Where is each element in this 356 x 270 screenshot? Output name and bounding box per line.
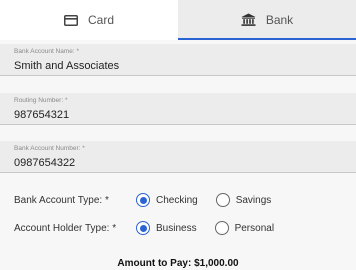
payment-method-tabs: Card Bank bbox=[0, 0, 356, 40]
routing-number-input[interactable] bbox=[14, 108, 334, 122]
radio-personal-indicator[interactable] bbox=[214, 221, 229, 235]
account-number-label: Bank Account Number: * bbox=[14, 145, 85, 152]
tab-card[interactable]: Card bbox=[0, 0, 178, 40]
radio-savings[interactable]: Savings bbox=[215, 193, 272, 207]
routing-number-field[interactable]: Routing Number: * bbox=[0, 93, 356, 125]
radio-checking-indicator[interactable] bbox=[136, 193, 150, 207]
account-number-field[interactable]: Bank Account Number: * bbox=[0, 141, 356, 173]
account-name-field[interactable]: Bank Account Name: * bbox=[0, 44, 356, 76]
credit-card-icon bbox=[63, 14, 78, 26]
account-type-label: Bank Account Type: * bbox=[14, 194, 109, 206]
routing-number-label: Routing Number: * bbox=[14, 97, 68, 104]
radio-personal-label: Personal bbox=[234, 222, 275, 234]
holder-type-label: Account Holder Type: * bbox=[14, 222, 117, 234]
radio-personal[interactable]: Personal bbox=[214, 221, 275, 235]
account-type-group: Bank Account Type: * Checking Savings bbox=[14, 191, 344, 209]
holder-type-group: Account Holder Type: * Business Personal bbox=[14, 219, 344, 237]
radio-business-label: Business bbox=[156, 222, 197, 234]
radio-business-indicator[interactable] bbox=[136, 221, 150, 235]
bank-icon bbox=[241, 13, 256, 27]
radio-business[interactable]: Business bbox=[136, 221, 197, 235]
amount-to-pay: Amount to Pay: $1,000.00 bbox=[117, 258, 239, 269]
account-name-input[interactable] bbox=[14, 59, 334, 73]
radio-checking[interactable]: Checking bbox=[136, 193, 198, 207]
account-number-input[interactable] bbox=[14, 156, 334, 170]
radio-savings-label: Savings bbox=[235, 194, 272, 206]
tab-card-label: Card bbox=[87, 13, 114, 27]
radio-checking-label: Checking bbox=[156, 194, 198, 206]
radio-savings-indicator[interactable] bbox=[215, 193, 230, 207]
tab-bank[interactable]: Bank bbox=[178, 0, 356, 40]
account-name-label: Bank Account Name: * bbox=[14, 48, 80, 55]
tab-bank-label: Bank bbox=[265, 13, 294, 27]
